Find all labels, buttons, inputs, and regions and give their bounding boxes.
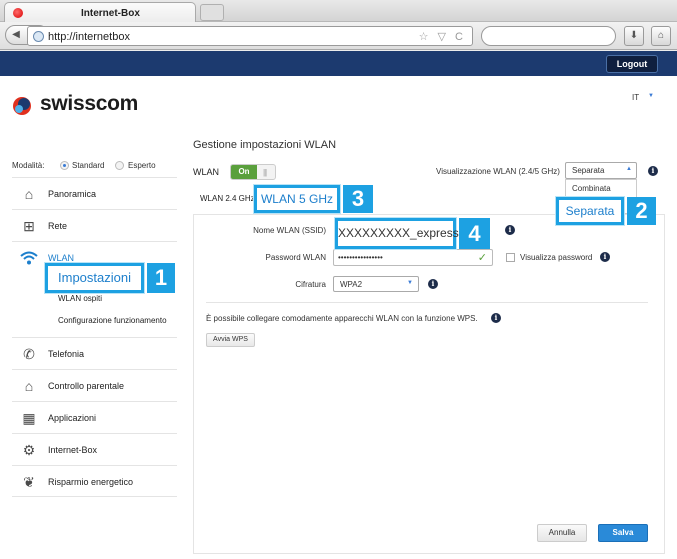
sidebar-item-label: Telefonia	[48, 349, 85, 359]
mode-expert-label: Esperto	[128, 161, 156, 170]
browser-titlebar: Internet-Box	[0, 0, 677, 23]
callout-number-1: 1	[147, 263, 175, 293]
sidebar-item-label: Applicazioni	[48, 413, 97, 423]
mode-standard-label: Standard	[72, 161, 105, 170]
sidebar-item-telefonia[interactable]: ✆ Telefonia	[12, 337, 177, 369]
show-password-checkbox[interactable]	[506, 253, 515, 262]
password-value: ••••••••••••••••	[338, 253, 383, 262]
bookmark-star-icon[interactable]: ☆ ▽ C	[419, 30, 466, 43]
browser-tab-title: Internet-Box	[81, 8, 140, 19]
wlan-toggle[interactable]: On |||	[230, 164, 276, 180]
tab-wlan-24[interactable]: WLAN 2.4 GHz	[200, 194, 255, 203]
browser-toolbar: ◀ http://internetbox ☆ ▽ C ⬇ ⌂	[0, 22, 677, 50]
logout-button[interactable]: Logout	[606, 55, 658, 73]
sidebar-subitem-impostazioni: Impostazioni	[58, 270, 131, 285]
tab-wlan-5: WLAN 5 GHz	[260, 192, 333, 206]
sidebar-item-panoramica[interactable]: ⌂ Panoramica	[12, 177, 177, 209]
toggle-grip-icon: |||	[263, 168, 267, 177]
ssid-value: XXXXXXXXX_express	[338, 226, 459, 240]
apps-icon: ▦	[22, 410, 36, 426]
visibility-selected-value: Separata	[572, 166, 605, 175]
chevron-down-icon[interactable]: ▼	[648, 93, 654, 99]
search-input[interactable]	[481, 26, 616, 46]
toggle-on-label: On	[231, 165, 257, 179]
cipher-value: WPA2	[340, 280, 363, 289]
page-title: Gestione impostazioni WLAN	[193, 139, 337, 151]
mode-standard-radio[interactable]	[60, 161, 69, 170]
sidebar-subitem-configurazione[interactable]: Configurazione funzionamento	[58, 316, 167, 325]
wlan-toggle-label: WLAN	[193, 167, 220, 177]
show-password-label: Visualizza password	[520, 253, 593, 262]
leaf-icon: ❦	[23, 474, 35, 490]
sidebar-item-risparmio-energetico[interactable]: ❦ Risparmio energetico	[12, 465, 177, 497]
chevron-up-icon: ▲	[626, 166, 632, 172]
home-button-icon[interactable]: ⌂	[651, 26, 671, 46]
main-area: Modalità: Standard Esperto ⌂ Panoramica …	[0, 136, 677, 559]
url-text: http://internetbox	[48, 31, 130, 43]
callout-impostazioni[interactable]: Impostazioni	[45, 263, 144, 293]
sidebar-item-rete[interactable]: ⊞ Rete	[12, 209, 177, 241]
save-button[interactable]: Salva	[598, 524, 648, 542]
info-icon[interactable]: i	[648, 166, 658, 176]
callout-wlan-5ghz[interactable]: WLAN 5 GHz	[254, 185, 340, 213]
parental-control-icon: ⌂	[24, 378, 34, 394]
info-icon[interactable]: i	[505, 225, 515, 235]
browser-tab[interactable]: Internet-Box	[4, 2, 196, 23]
brand-name: swisscom	[40, 92, 138, 115]
sidebar-item-label: Risparmio energetico	[48, 477, 134, 487]
mode-expert-radio[interactable]	[115, 161, 124, 170]
wps-description: È possibile collegare comodamente appare…	[206, 314, 478, 323]
language-selector[interactable]: IT	[632, 93, 639, 102]
sidebar-item-controllo-parentale[interactable]: ⌂ Controllo parentale	[12, 369, 177, 401]
back-arrow-icon[interactable]: ◀	[7, 27, 25, 43]
password-label: Password WLAN	[265, 253, 326, 262]
cipher-select[interactable]: WPA2 ▼	[333, 276, 419, 292]
sidebar-item-label: Internet-Box	[48, 445, 98, 455]
callout-number-2: 2	[627, 197, 656, 225]
visibility-label: Visualizzazione WLAN (2.4/5 GHz)	[436, 167, 560, 176]
password-field[interactable]: •••••••••••••••• ✓	[333, 249, 493, 266]
cipher-label: Cifratura	[295, 280, 326, 289]
info-icon[interactable]: i	[428, 279, 438, 289]
address-bar[interactable]: http://internetbox ☆ ▽ C	[27, 26, 473, 46]
option-separata: Separata	[565, 204, 615, 218]
ssid-field[interactable]: XXXXXXXXX_express	[335, 218, 459, 249]
gear-icon: ⚙	[22, 442, 36, 458]
wifi-icon	[20, 250, 38, 266]
start-wps-button[interactable]: Avvia WPS	[206, 333, 255, 347]
download-icon[interactable]: ⬇	[624, 26, 644, 46]
sidebar-item-label: Panoramica	[48, 189, 97, 199]
callout-number-4: 4	[459, 218, 490, 249]
visibility-dropdown[interactable]: Separata ▲	[565, 162, 637, 179]
logo-area: swisscom IT ▼	[0, 76, 677, 136]
sidebar-subitem-wlan-ospiti[interactable]: WLAN ospiti	[58, 294, 102, 303]
sidebar-item-label: Controllo parentale	[48, 381, 125, 391]
sidebar-item-internet-box[interactable]: ⚙ Internet-Box	[12, 433, 177, 465]
callout-number-3: 3	[343, 185, 373, 213]
chevron-down-icon: ▼	[407, 280, 413, 286]
swisscom-logo-icon	[13, 97, 31, 115]
globe-icon	[33, 31, 44, 42]
info-icon[interactable]: i	[600, 252, 610, 262]
new-tab-button[interactable]	[200, 4, 224, 21]
sidebar-item-applicazioni[interactable]: ▦ Applicazioni	[12, 401, 177, 433]
home-icon: ⌂	[24, 186, 34, 202]
phone-icon: ✆	[23, 346, 35, 362]
site-favicon-icon	[13, 8, 23, 18]
router-header-bar: Logout	[0, 51, 677, 76]
sidebar-item-label: Rete	[48, 221, 68, 231]
mode-label: Modalità:	[12, 161, 45, 170]
sidebar-item-label: WLAN	[48, 253, 75, 263]
checkmark-icon: ✓	[477, 252, 487, 264]
cancel-button[interactable]: Annulla	[537, 524, 587, 542]
info-icon[interactable]: i	[491, 313, 501, 323]
network-icon: ⊞	[23, 218, 35, 234]
option-combinata[interactable]: Combinata	[572, 184, 611, 193]
callout-separata[interactable]: Separata	[556, 197, 624, 225]
divider	[206, 302, 648, 303]
ssid-label: Nome WLAN (SSID)	[253, 226, 326, 235]
